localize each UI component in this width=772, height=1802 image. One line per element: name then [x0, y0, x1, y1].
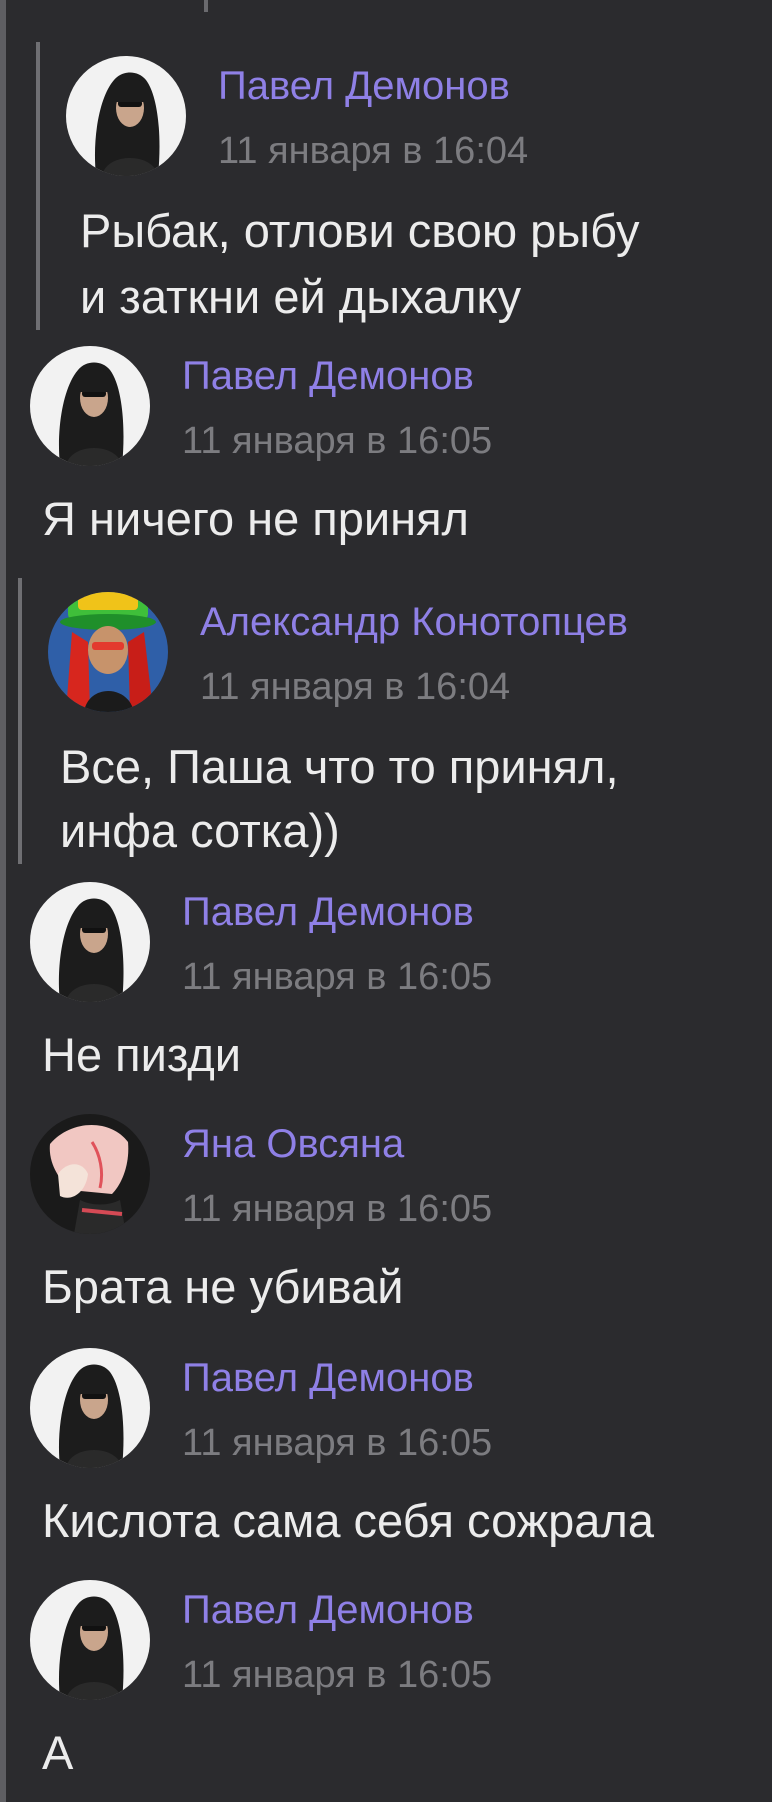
message-time: 11 января в 16:05 [182, 420, 493, 462]
message-text: Брата не убивай [42, 1260, 404, 1313]
message-time: 11 января в 16:04 [200, 666, 511, 708]
message-text: и заткни ей дыхалку [80, 270, 522, 323]
message-text: Все, Паша что то принял, [60, 740, 619, 793]
message-time: 11 января в 16:05 [182, 1654, 493, 1696]
user-avatar[interactable] [30, 1114, 150, 1234]
author-name[interactable]: Павел Демонов [182, 354, 474, 399]
message-time: 11 января в 16:05 [182, 956, 493, 998]
message-time: 11 января в 16:05 [182, 1188, 493, 1230]
author-name[interactable]: Павел Демонов [218, 64, 510, 109]
author-name[interactable]: Павел Демонов [182, 1588, 474, 1633]
green-hat-icon [48, 592, 168, 712]
author-name[interactable]: Александр Конотопцев [200, 600, 628, 645]
user-avatar[interactable] [30, 1348, 150, 1468]
thread-line [0, 0, 6, 1802]
author-name[interactable]: Яна Овсяна [182, 1122, 404, 1167]
author-name[interactable]: Павел Демонов [182, 1356, 474, 1401]
long-hair-man-icon [30, 1348, 150, 1468]
user-avatar[interactable] [30, 882, 150, 1002]
message-text: Не пизди [42, 1028, 242, 1081]
long-hair-man-icon [30, 346, 150, 466]
user-avatar[interactable] [66, 56, 186, 176]
thread-connector [204, 0, 208, 12]
reply-quote-bar [18, 578, 22, 864]
long-hair-man-icon [66, 56, 186, 176]
message-text: Кислота сама себя сожрала [42, 1494, 654, 1547]
user-avatar[interactable] [30, 346, 150, 466]
anime-girl-icon [30, 1114, 150, 1234]
message-time: 11 января в 16:05 [182, 1422, 493, 1464]
long-hair-man-icon [30, 882, 150, 1002]
reply-quote-bar [36, 42, 40, 330]
message-text: А [42, 1726, 74, 1779]
author-name[interactable]: Павел Демонов [182, 890, 474, 935]
message-text: Я ничего не принял [42, 492, 469, 545]
message-text: Рыбак, отлови свою рыбу [80, 204, 640, 257]
user-avatar[interactable] [48, 592, 168, 712]
long-hair-man-icon [30, 1580, 150, 1700]
user-avatar[interactable] [30, 1580, 150, 1700]
message-text: инфа сотка)) [60, 804, 340, 857]
message-time: 11 января в 16:04 [218, 130, 529, 172]
